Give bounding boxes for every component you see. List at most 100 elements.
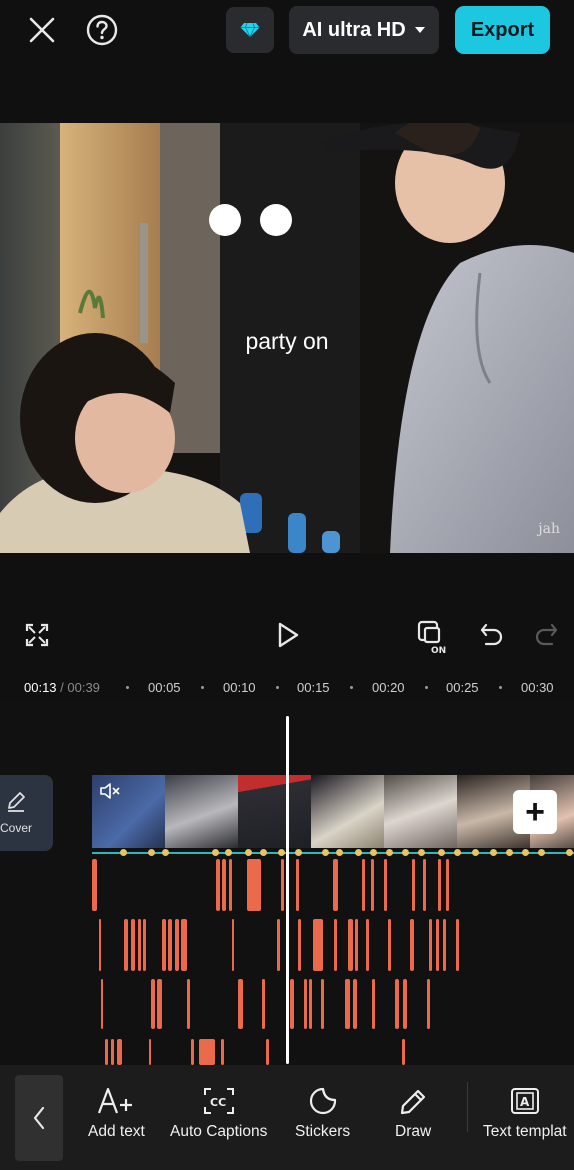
cover-button[interactable]: Cover xyxy=(0,775,53,851)
beat-bar xyxy=(221,1039,224,1065)
ruler-tick-label: 00:25 xyxy=(446,680,479,695)
beat-bar xyxy=(151,979,155,1029)
beat-bar xyxy=(443,919,446,971)
beat-bar xyxy=(143,919,146,971)
beat-bar xyxy=(309,979,312,1029)
ruler-tick-label: 00:20 xyxy=(372,680,405,695)
keyframe-toggle-button[interactable]: ON xyxy=(414,618,454,656)
ruler-dot xyxy=(126,686,129,689)
tool-stickers[interactable]: Stickers xyxy=(295,1087,350,1141)
beat-bar xyxy=(232,919,234,971)
undo-icon xyxy=(480,623,503,646)
mute-icon xyxy=(100,783,120,799)
beat-bar xyxy=(372,979,375,1029)
beat-bar xyxy=(334,919,337,971)
redo-button[interactable] xyxy=(530,618,562,652)
diamond-icon xyxy=(240,22,260,38)
beat-marker-track[interactable] xyxy=(92,849,574,856)
auto-captions-icon: CC xyxy=(203,1088,234,1114)
fullscreen-button[interactable] xyxy=(20,618,54,652)
beat-bar xyxy=(384,859,387,911)
play-button[interactable] xyxy=(270,617,306,653)
help-icon xyxy=(86,14,118,46)
tool-add-text[interactable]: Add text xyxy=(88,1087,145,1141)
beat-bar xyxy=(199,1039,215,1065)
beat-bar xyxy=(229,859,232,911)
beat-bar xyxy=(402,1039,405,1065)
emoji-eye-left xyxy=(209,204,241,236)
back-button[interactable] xyxy=(15,1075,63,1161)
export-button[interactable]: Export xyxy=(455,6,550,54)
tool-auto-captions[interactable]: CC Auto Captions xyxy=(170,1087,267,1141)
ruler-dot xyxy=(350,686,353,689)
tool-text-template[interactable]: A Text templat xyxy=(483,1087,567,1141)
undo-button[interactable] xyxy=(476,618,508,652)
svg-text:ON: ON xyxy=(431,646,446,655)
beat-bar xyxy=(438,859,441,911)
beat-bar xyxy=(262,979,265,1029)
beat-bar xyxy=(290,979,294,1029)
text-template-icon: A xyxy=(510,1088,539,1114)
beat-bar xyxy=(99,919,101,971)
beat-bar xyxy=(388,919,391,971)
beat-bar xyxy=(149,1039,151,1065)
time-ruler[interactable]: 00:13 / 00:39 00:05 00:10 00:15 00:20 00… xyxy=(0,676,574,700)
beat-bar xyxy=(162,919,166,971)
beat-bar xyxy=(355,919,358,971)
sticker-icon xyxy=(309,1087,336,1115)
add-clip-button[interactable]: + xyxy=(513,790,557,834)
beat-bar xyxy=(403,979,407,1029)
beat-bar xyxy=(321,979,324,1029)
beat-bar xyxy=(446,859,449,911)
chevron-left-icon xyxy=(33,1106,45,1130)
beat-bar xyxy=(216,859,220,911)
ruler-tick-label: 00:10 xyxy=(223,680,256,695)
clip-thumbnail xyxy=(311,775,384,848)
beat-bar xyxy=(298,919,301,971)
tool-label: Text templat xyxy=(483,1123,567,1140)
beat-bar xyxy=(345,979,350,1029)
edit-pencil-icon xyxy=(8,792,25,812)
video-preview[interactable]: party on jah xyxy=(0,123,574,553)
beat-bar xyxy=(138,919,141,971)
preview-caption[interactable]: party on xyxy=(0,328,574,355)
beat-bar xyxy=(423,859,426,911)
beat-bar xyxy=(456,919,459,971)
clip-thumbnail xyxy=(238,775,311,848)
svg-text:A: A xyxy=(520,1095,530,1109)
keyframe-on-icon: ON xyxy=(417,620,446,655)
cover-label: Cover xyxy=(0,821,33,835)
svg-text:CC: CC xyxy=(210,1096,226,1109)
video-clip-strip[interactable] xyxy=(92,775,574,848)
tool-label: Auto Captions xyxy=(170,1123,268,1140)
ruler-dot xyxy=(425,686,428,689)
beat-bar xyxy=(111,1039,114,1065)
quality-dropdown[interactable]: AI ultra HD xyxy=(289,6,439,54)
beat-bar xyxy=(362,859,365,911)
premium-button[interactable] xyxy=(226,7,274,53)
beat-bar xyxy=(395,979,399,1029)
total-time: / 00:39 xyxy=(56,680,100,695)
tool-label: Stickers xyxy=(295,1123,351,1140)
beat-bar xyxy=(101,979,103,1029)
beat-bar xyxy=(168,919,172,971)
ruler-tick-label: 00:30 xyxy=(521,680,554,695)
help-button[interactable] xyxy=(84,10,120,50)
playhead[interactable] xyxy=(286,716,289,1064)
ruler-tick-label: 00:05 xyxy=(148,680,181,695)
toolbar-divider xyxy=(467,1082,468,1132)
beat-bar xyxy=(348,919,353,971)
close-button[interactable] xyxy=(22,10,62,50)
watermark-text: jah xyxy=(538,521,560,537)
tool-label: Add text xyxy=(88,1123,145,1140)
tool-draw[interactable]: Draw xyxy=(395,1087,431,1141)
beat-bar xyxy=(222,859,226,911)
bottom-toolbar: Add text CC Auto Captions Stickers Draw … xyxy=(0,1065,574,1170)
beat-bar xyxy=(124,919,128,971)
play-icon xyxy=(278,622,299,648)
add-text-icon xyxy=(98,1087,133,1114)
beat-bar xyxy=(436,919,439,971)
quality-label: AI ultra HD xyxy=(302,18,406,41)
beat-bar xyxy=(191,1039,194,1065)
beat-bar xyxy=(281,859,284,911)
